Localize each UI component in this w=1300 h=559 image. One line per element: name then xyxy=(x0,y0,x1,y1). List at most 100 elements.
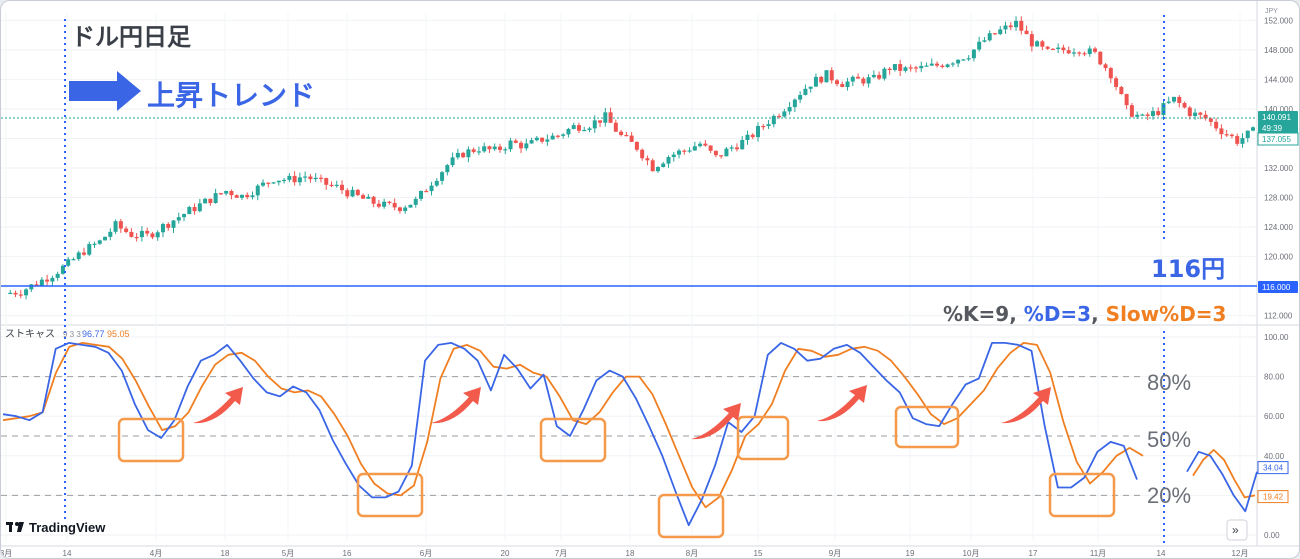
candle-body xyxy=(113,221,118,232)
candle-body xyxy=(582,129,587,132)
candle-body xyxy=(950,63,955,65)
price-marker-label: 116円 xyxy=(1151,255,1225,283)
candle-body xyxy=(345,190,350,197)
candle-body xyxy=(50,277,55,282)
up-arrow-icon xyxy=(431,387,481,424)
time-tick-label: 18 xyxy=(626,549,635,558)
candle-body xyxy=(987,33,992,41)
candle-body xyxy=(403,207,408,212)
price-tick-label: 152.000 xyxy=(1264,16,1293,25)
candle-body xyxy=(1061,47,1066,51)
candle-body xyxy=(892,64,897,71)
time-tick-label: 14 xyxy=(63,549,72,558)
candle-body xyxy=(171,220,176,228)
candle-body xyxy=(329,184,334,187)
candle-body xyxy=(998,29,1003,35)
scroll-to-realtime-button[interactable]: » xyxy=(1226,519,1248,541)
candle-body xyxy=(613,122,618,132)
candle-body xyxy=(971,49,976,59)
candle-body xyxy=(1003,25,1008,30)
candle-body xyxy=(703,143,708,146)
candle-body xyxy=(366,196,371,199)
candle-body xyxy=(1172,96,1177,102)
candle-body xyxy=(350,189,355,197)
time-tick-label: 14 xyxy=(1157,549,1166,558)
time-tick-label: 18 xyxy=(221,549,230,558)
time-tick-label: 3月 xyxy=(1,549,12,558)
candle-body xyxy=(803,88,808,95)
candle-body xyxy=(297,177,302,183)
highlight-box xyxy=(539,417,607,463)
candle-body xyxy=(71,259,76,261)
candle-body xyxy=(798,94,803,100)
candle-body xyxy=(13,292,18,295)
candle-body xyxy=(977,41,982,50)
candle-body xyxy=(750,134,755,138)
candle-body xyxy=(1082,53,1087,55)
time-tick-label: 9月 xyxy=(829,549,841,558)
candle-body xyxy=(861,78,866,84)
candle-body xyxy=(850,76,855,82)
level-label-50: 50% xyxy=(1147,427,1191,452)
candle-body xyxy=(513,140,518,143)
candle-body xyxy=(455,152,460,158)
candle-body xyxy=(534,137,539,141)
candle-body xyxy=(487,146,492,150)
candle-body xyxy=(1224,134,1229,136)
candle-body xyxy=(529,140,534,144)
chart-title: ドル円日足 xyxy=(71,23,191,51)
candle-body xyxy=(382,201,387,207)
price-tick-label: 128.000 xyxy=(1264,194,1293,203)
candle-body xyxy=(8,292,13,295)
candle-body xyxy=(250,195,255,198)
candle-body xyxy=(92,243,97,245)
stoch-tick-label: 100.00 xyxy=(1264,333,1289,342)
candle-body xyxy=(66,259,71,266)
candle-body xyxy=(45,279,50,282)
stoch-tick-label: 40.00 xyxy=(1264,452,1285,461)
candle-body xyxy=(145,230,150,234)
candle-body xyxy=(961,59,966,61)
time-tick-label: 7月 xyxy=(555,549,567,558)
candle-body xyxy=(340,184,345,191)
candle-body xyxy=(1166,101,1171,104)
candle-body xyxy=(1124,94,1129,106)
time-tick-label: 15 xyxy=(754,549,763,558)
candle-body xyxy=(503,149,508,151)
candle-body xyxy=(692,146,697,151)
time-axis: 3月 14 4月 18 5月 16 6月 20 7月 18 8月 15 9月 19 10月 17 11月 14 12… xyxy=(1,549,1248,558)
candle-body xyxy=(945,64,950,68)
candle-body xyxy=(292,175,297,183)
candle-body xyxy=(276,180,281,183)
candle-body xyxy=(913,67,918,69)
candle-body xyxy=(497,146,502,150)
candle-body xyxy=(550,135,555,140)
candle-body xyxy=(1145,114,1150,116)
candle-body xyxy=(1008,25,1013,28)
candle-body xyxy=(1014,20,1019,28)
candle-body xyxy=(724,148,729,157)
candle-body xyxy=(787,107,792,112)
candle-body xyxy=(1251,127,1255,131)
candle-body xyxy=(176,217,181,221)
candle-body xyxy=(361,195,366,199)
candle-body xyxy=(771,115,776,125)
candle-body xyxy=(108,231,113,237)
candle-body xyxy=(266,182,271,184)
candle-body xyxy=(508,140,513,150)
candle-body xyxy=(734,147,739,150)
candle-body xyxy=(1071,52,1076,54)
level-116-price-label: 116.000 xyxy=(1262,283,1291,292)
candle-body xyxy=(1098,51,1103,65)
up-arrow-icon xyxy=(691,403,741,440)
candle-body xyxy=(429,185,434,192)
candle-body xyxy=(782,111,787,117)
candle-body xyxy=(387,201,392,203)
candle-body xyxy=(197,203,202,212)
candle-body xyxy=(376,203,381,207)
time-tick-label: 19 xyxy=(906,549,915,558)
candle-body xyxy=(208,198,213,204)
candle-body xyxy=(155,232,160,238)
candle-body xyxy=(1177,96,1182,104)
candle-body xyxy=(445,165,450,173)
